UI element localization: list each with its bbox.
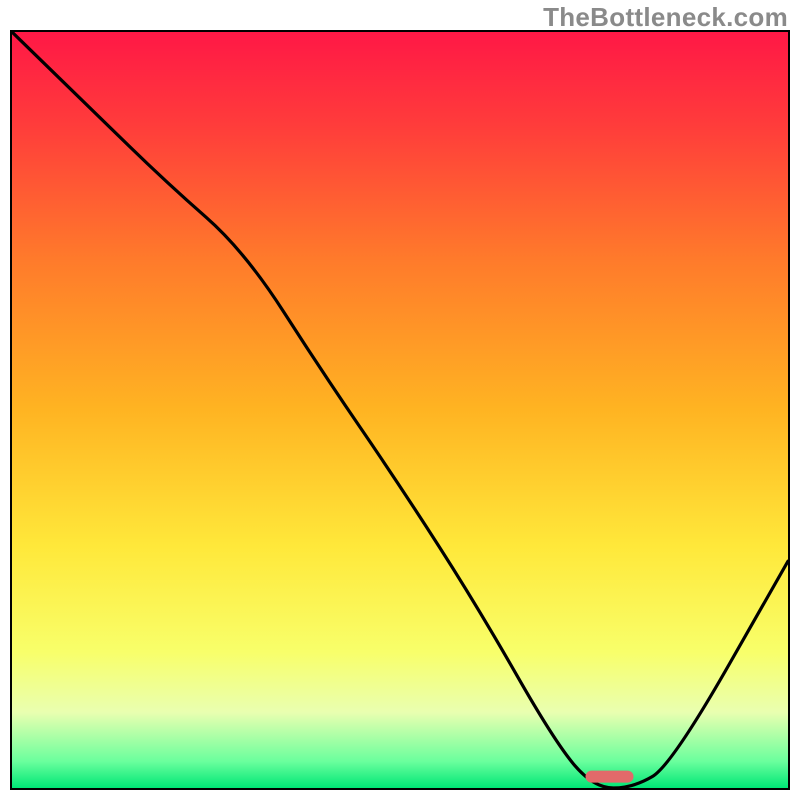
bottleneck-chart <box>12 32 788 788</box>
watermark-text: TheBottleneck.com <box>543 2 788 33</box>
optimal-marker <box>586 771 634 783</box>
chart-frame <box>10 30 790 790</box>
